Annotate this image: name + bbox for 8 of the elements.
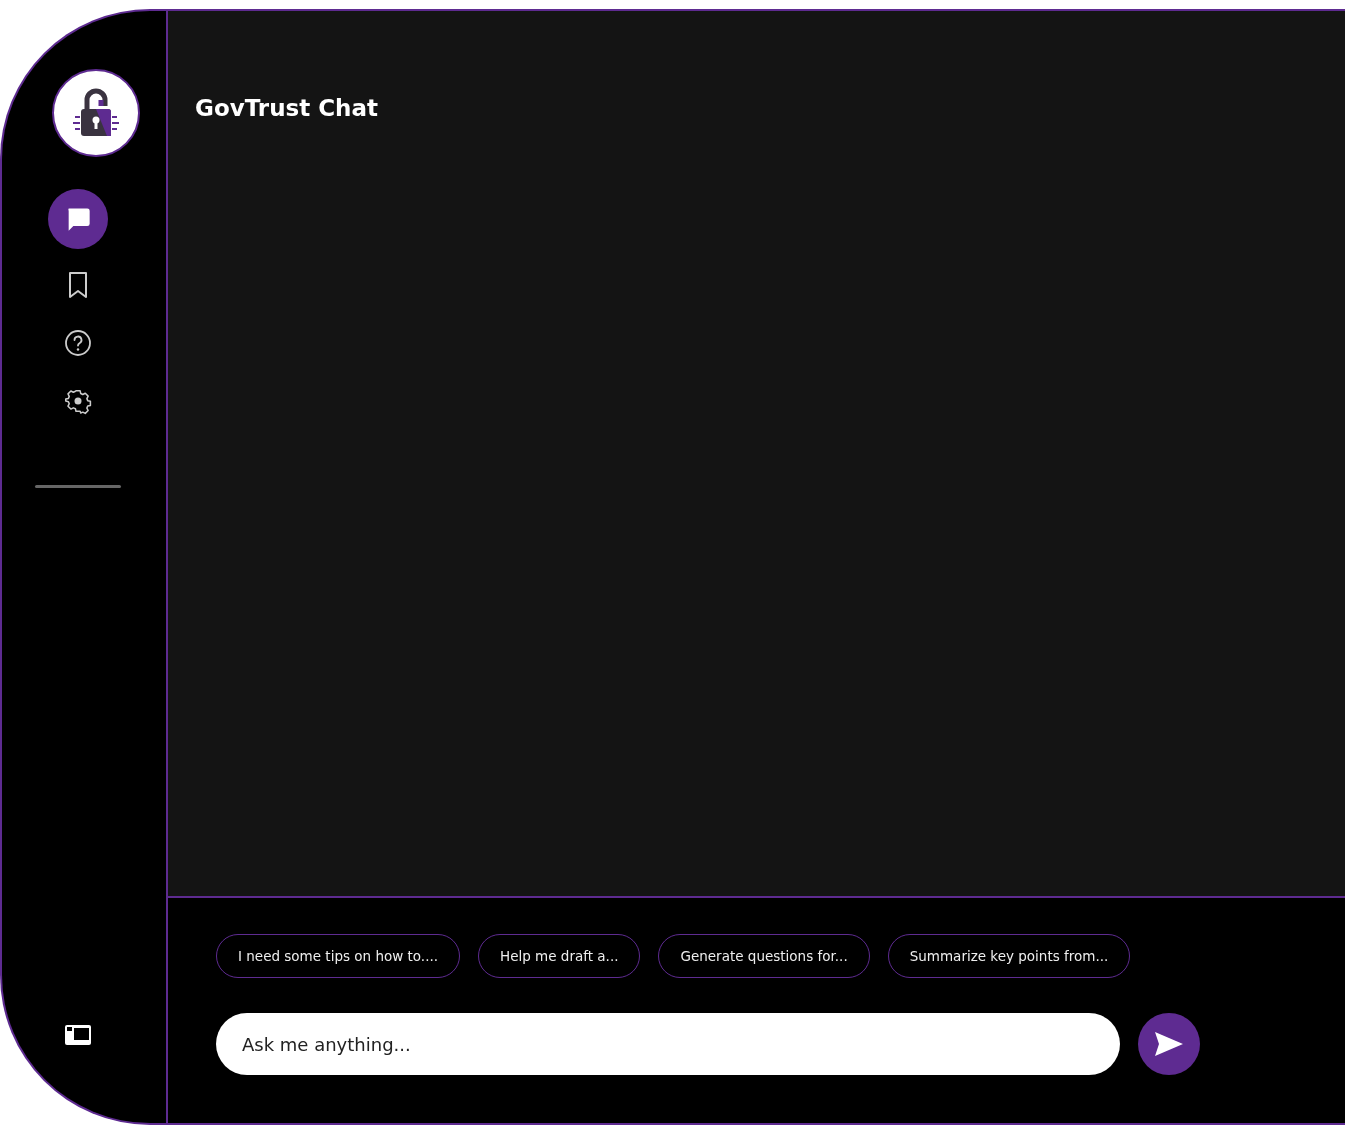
message-input-field[interactable]: Ask me anything... bbox=[216, 1013, 1120, 1075]
settings-icon bbox=[64, 387, 92, 415]
send-icon bbox=[1154, 1031, 1184, 1057]
chat-nav-button[interactable] bbox=[48, 189, 108, 249]
chat-title: GovTrust Chat bbox=[195, 95, 378, 121]
panel-layout-icon[interactable] bbox=[65, 1025, 91, 1045]
bookmark-icon bbox=[66, 271, 90, 299]
help-icon bbox=[64, 329, 92, 357]
